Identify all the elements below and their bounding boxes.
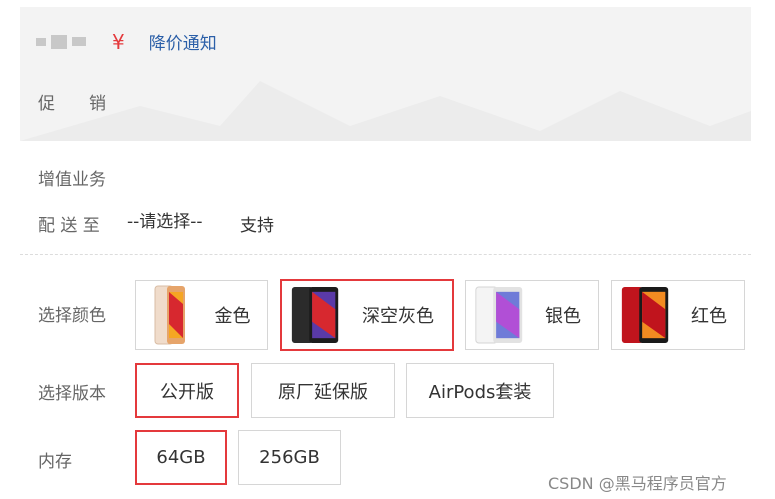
color-option-space-gray[interactable]: 深空灰色 <box>280 279 454 351</box>
promo-label-char: 销 <box>89 94 106 114</box>
section-divider <box>20 254 751 255</box>
memory-option-256gb[interactable]: 256GB <box>238 430 341 485</box>
delivery-support-text: 支持 <box>240 216 274 236</box>
color-label: 选择颜色 <box>38 306 106 326</box>
color-option-label: 银色 <box>545 306 581 327</box>
price-drop-notify-link[interactable]: 降价通知 <box>149 29 217 54</box>
color-option-silver[interactable]: 银色 <box>465 280 599 350</box>
version-option-public[interactable]: 公开版 <box>135 363 239 418</box>
delivery-label: 配 送 至 <box>38 216 100 236</box>
promo-label-char: 促 <box>38 94 55 114</box>
delivery-region-select[interactable]: --请选择-- <box>127 207 203 232</box>
color-option-red[interactable]: 红色 <box>611 280 745 350</box>
version-label: 选择版本 <box>38 384 106 404</box>
price-row: ¥ 降价通知 <box>36 29 217 54</box>
promo-label: 促销 <box>38 89 106 114</box>
phone-thumbnail-red <box>618 284 674 346</box>
phone-thumbnail-silver <box>472 284 528 346</box>
price-panel: ¥ 降价通知 促销 <box>20 7 751 141</box>
background-mountains <box>20 81 751 141</box>
color-option-label: 红色 <box>691 306 727 327</box>
version-option-airpods-bundle[interactable]: AirPods套装 <box>406 363 554 418</box>
phone-thumbnail-space-gray <box>288 284 344 346</box>
color-option-gold[interactable]: 金色 <box>135 280 268 350</box>
value-added-label: 增值业务 <box>38 170 106 190</box>
memory-label: 内存 <box>38 452 72 472</box>
currency-symbol: ¥ <box>112 29 125 54</box>
color-option-label: 深空灰色 <box>362 306 434 327</box>
memory-option-64gb[interactable]: 64GB <box>135 430 227 485</box>
watermark: CSDN @黑马程序员官方 <box>548 474 727 493</box>
version-option-extended-warranty[interactable]: 原厂延保版 <box>251 363 395 418</box>
phone-thumbnail-gold <box>142 284 198 346</box>
blurred-price <box>36 34 86 49</box>
color-option-label: 金色 <box>214 306 251 327</box>
